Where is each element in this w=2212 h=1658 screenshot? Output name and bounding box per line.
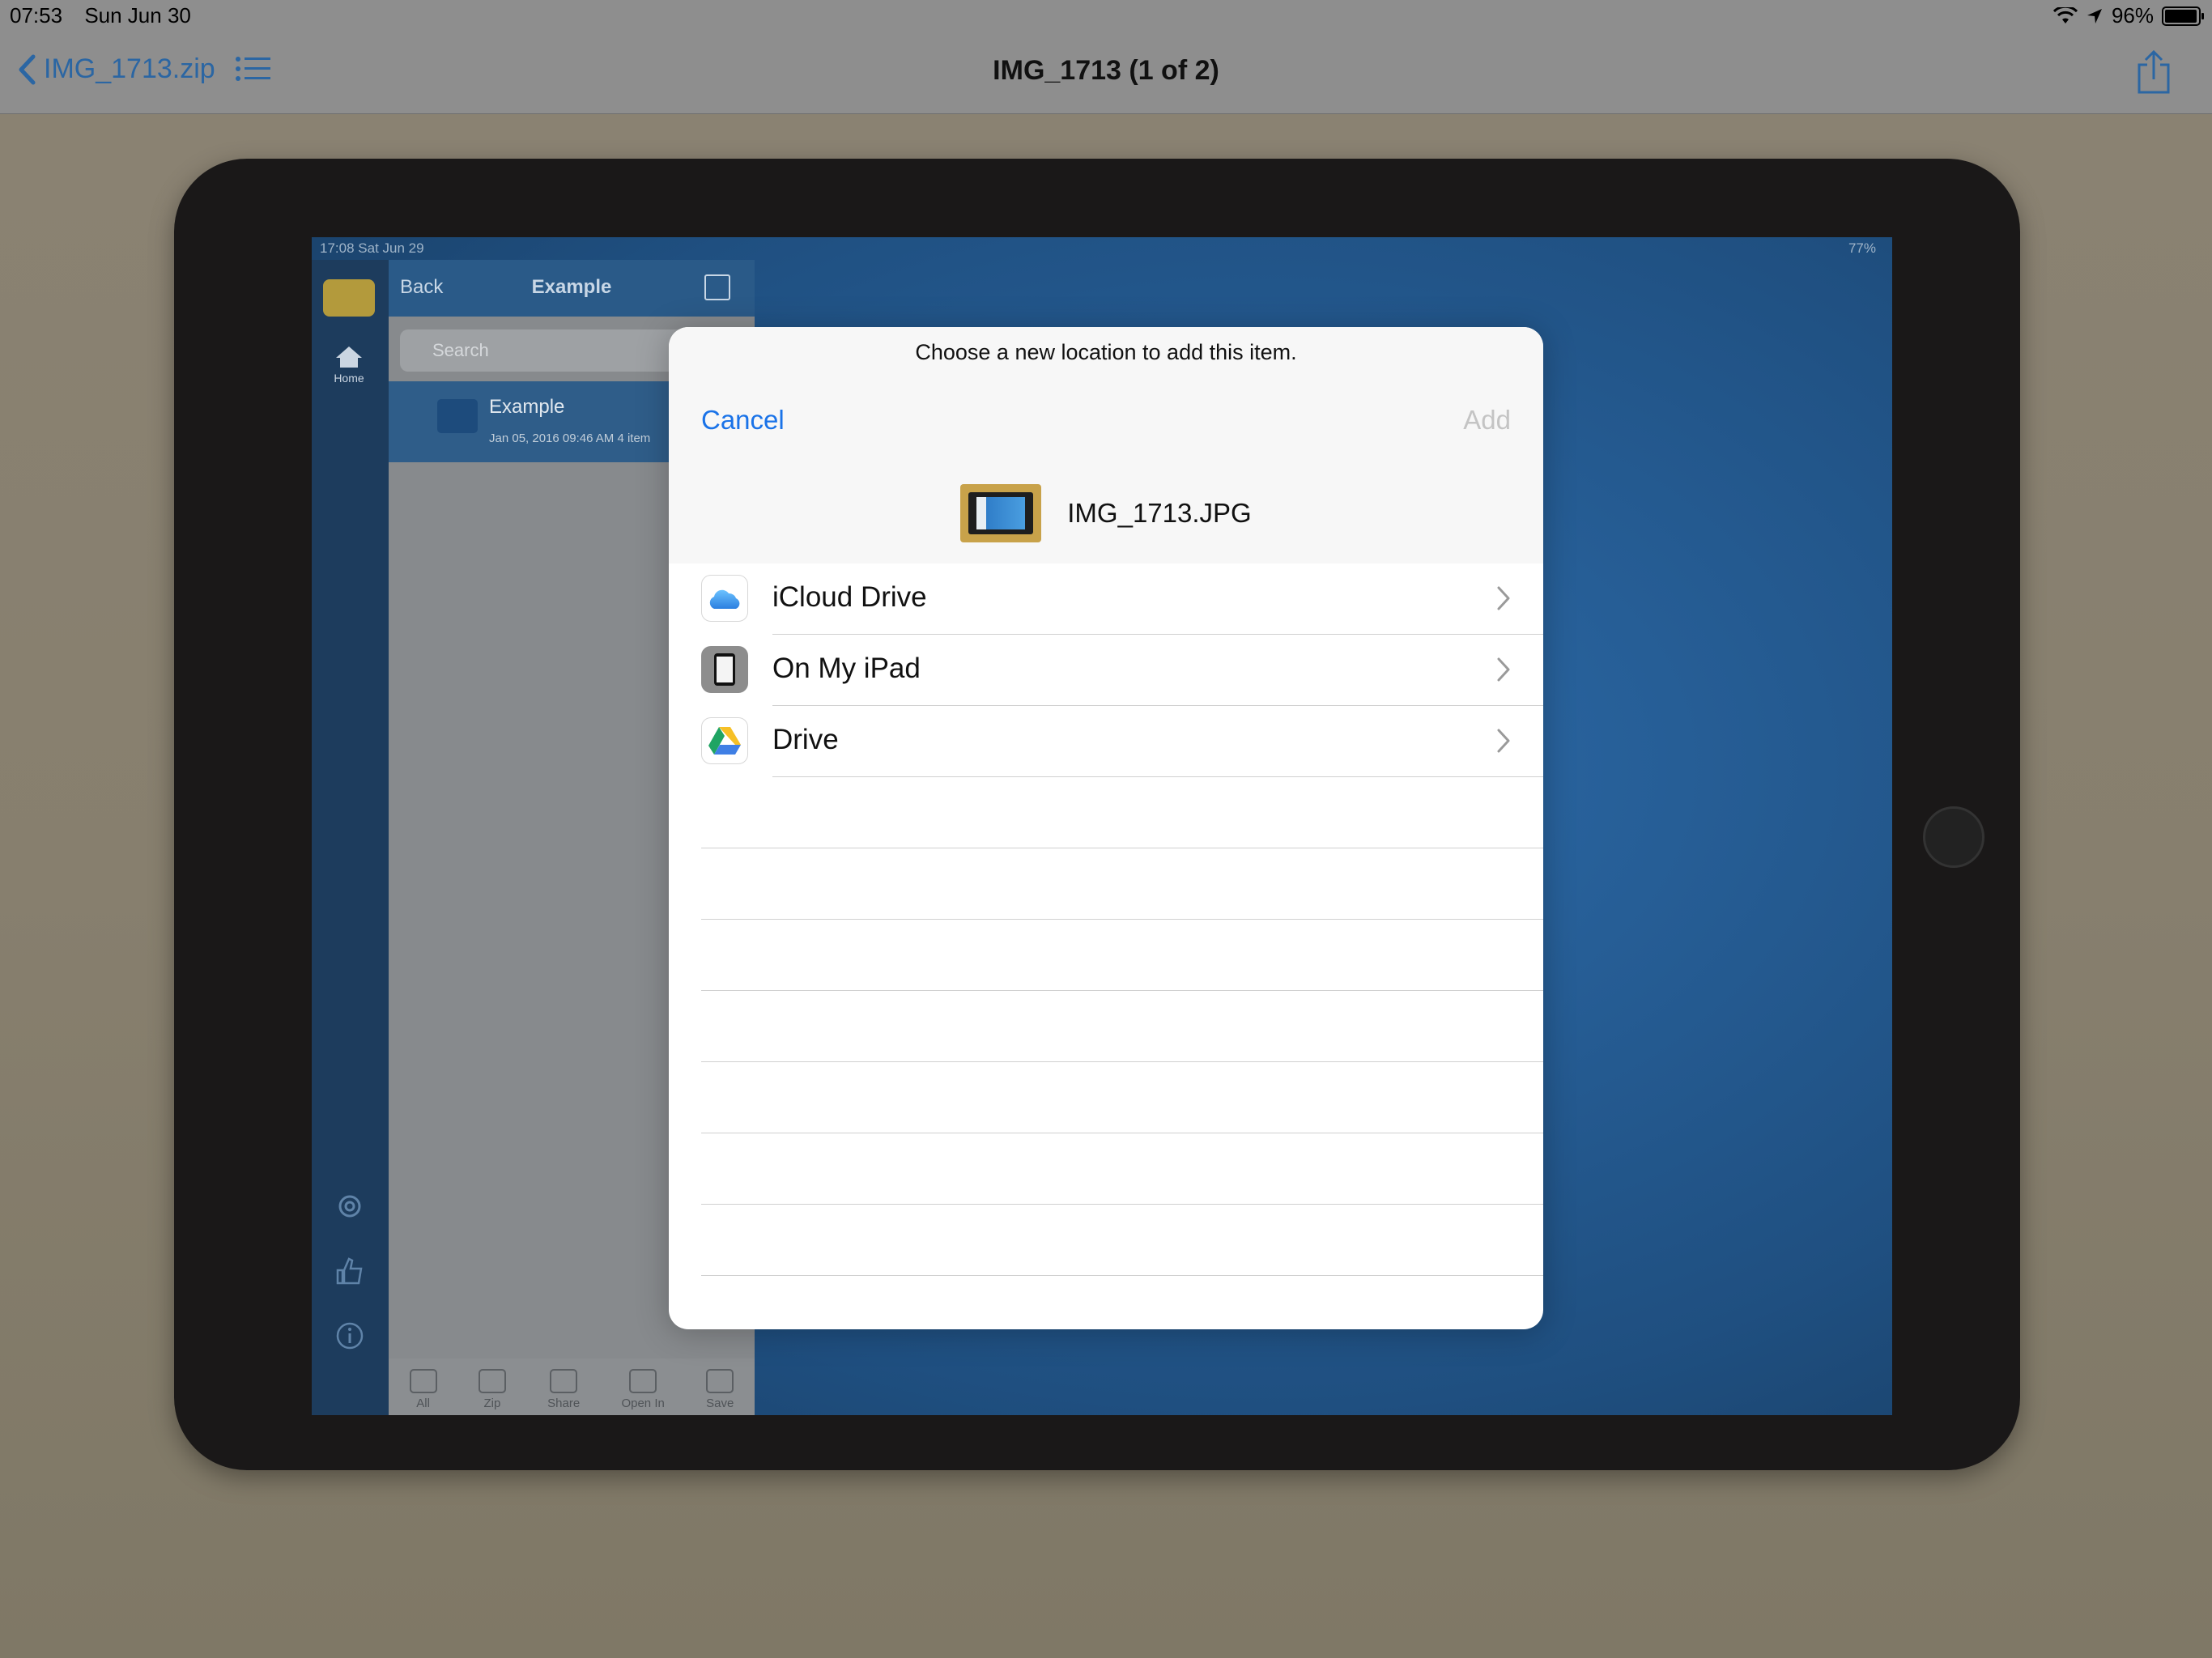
- photo-toolbar-all-label: All: [416, 1397, 430, 1410]
- photo-toolbar: All Zip Share Open In Save: [389, 1358, 755, 1415]
- photo-toolbar-openin-label: Open In: [621, 1397, 665, 1410]
- location-label: iCloud Drive: [772, 581, 927, 613]
- app-logo-icon: [323, 279, 375, 317]
- gear-icon: [338, 1195, 361, 1218]
- photo-toolbar-zip: Zip: [478, 1369, 506, 1410]
- thumbs-up-icon: [336, 1257, 363, 1285]
- page-title: IMG_1713 (1 of 2): [993, 55, 1219, 86]
- photo-folder-meta: Jan 05, 2016 09:46 AM 4 item: [489, 432, 651, 445]
- location-label: On My iPad: [772, 653, 921, 684]
- photo-toolbar-share-label: Share: [547, 1397, 581, 1410]
- navigation-bar: IMG_1713.zip IMG_1713 (1 of 2): [0, 32, 2212, 114]
- status-time: 07:53: [10, 3, 63, 28]
- chevron-right-icon: [1497, 657, 1510, 682]
- edit-icon: [704, 274, 730, 300]
- folder-icon: [437, 399, 478, 433]
- icloud-icon: [701, 575, 748, 622]
- photo-list-header: Back Example: [389, 260, 755, 317]
- location-list: iCloud Drive On My iPad Drive: [669, 563, 1543, 1276]
- status-date: Sun Jun 30: [84, 3, 191, 28]
- empty-row: [669, 777, 1543, 848]
- home-button-photo: [1923, 806, 1984, 868]
- photo-home-label: Home: [334, 372, 364, 385]
- battery-percent: 96%: [2111, 3, 2154, 28]
- location-label: Drive: [772, 724, 839, 755]
- home-icon: [336, 346, 362, 368]
- info-icon: [336, 1322, 364, 1350]
- cancel-button[interactable]: Cancel: [701, 405, 785, 436]
- empty-row: [669, 920, 1543, 991]
- google-drive-icon: [701, 717, 748, 764]
- photo-sidebar: Home: [312, 260, 389, 1415]
- sheet-prompt: Choose a new location to add this item.: [915, 340, 1297, 364]
- battery-icon: [2162, 6, 2204, 26]
- location-row-icloud-drive[interactable]: iCloud Drive: [669, 563, 1543, 635]
- photo-home-item: Home: [323, 345, 375, 385]
- photo-status-date: Sat Jun 29: [358, 240, 424, 256]
- location-row-drive[interactable]: Drive: [669, 706, 1543, 777]
- location-icon: [2087, 8, 2102, 23]
- selected-item: IMG_1713.JPG: [669, 483, 1543, 544]
- photo-status-time: 17:08: [320, 240, 355, 256]
- status-bar: 07:53 Sun Jun 30 96%: [0, 0, 2212, 32]
- photo-toolbar-zip-label: Zip: [483, 1397, 501, 1410]
- share-button[interactable]: [2136, 49, 2172, 100]
- empty-row: [669, 848, 1543, 920]
- photo-toolbar-all: All: [409, 1369, 437, 1410]
- photo-toolbar-openin: Open In: [621, 1369, 665, 1410]
- wifi-icon: [2052, 6, 2078, 23]
- photo-status-left: 17:08 Sat Jun 29: [320, 240, 424, 257]
- empty-row: [669, 991, 1543, 1062]
- add-button[interactable]: Add: [1463, 405, 1511, 436]
- empty-row: [669, 1133, 1543, 1205]
- photo-folder-name: Example: [489, 396, 565, 418]
- location-row-on-my-ipad[interactable]: On My iPad: [669, 635, 1543, 706]
- photo-list-title: Example: [531, 276, 612, 298]
- empty-row: [669, 1062, 1543, 1133]
- chevron-right-icon: [1497, 586, 1510, 610]
- photo-toolbar-save-label: Save: [706, 1397, 734, 1410]
- sheet-header: Choose a new location to add this item. …: [669, 327, 1543, 563]
- share-icon: [2138, 49, 2170, 94]
- chevron-right-icon: [1497, 729, 1510, 753]
- location-picker-sheet: Choose a new location to add this item. …: [669, 327, 1543, 1329]
- empty-row: [669, 1205, 1543, 1276]
- photo-toolbar-save: Save: [706, 1369, 734, 1410]
- image-thumbnail: [960, 484, 1042, 542]
- photo-status-battery: 77%: [1848, 240, 1876, 256]
- ipad-icon: [701, 646, 748, 693]
- selected-filename: IMG_1713.JPG: [1067, 498, 1252, 528]
- photo-toolbar-share: Share: [547, 1369, 580, 1410]
